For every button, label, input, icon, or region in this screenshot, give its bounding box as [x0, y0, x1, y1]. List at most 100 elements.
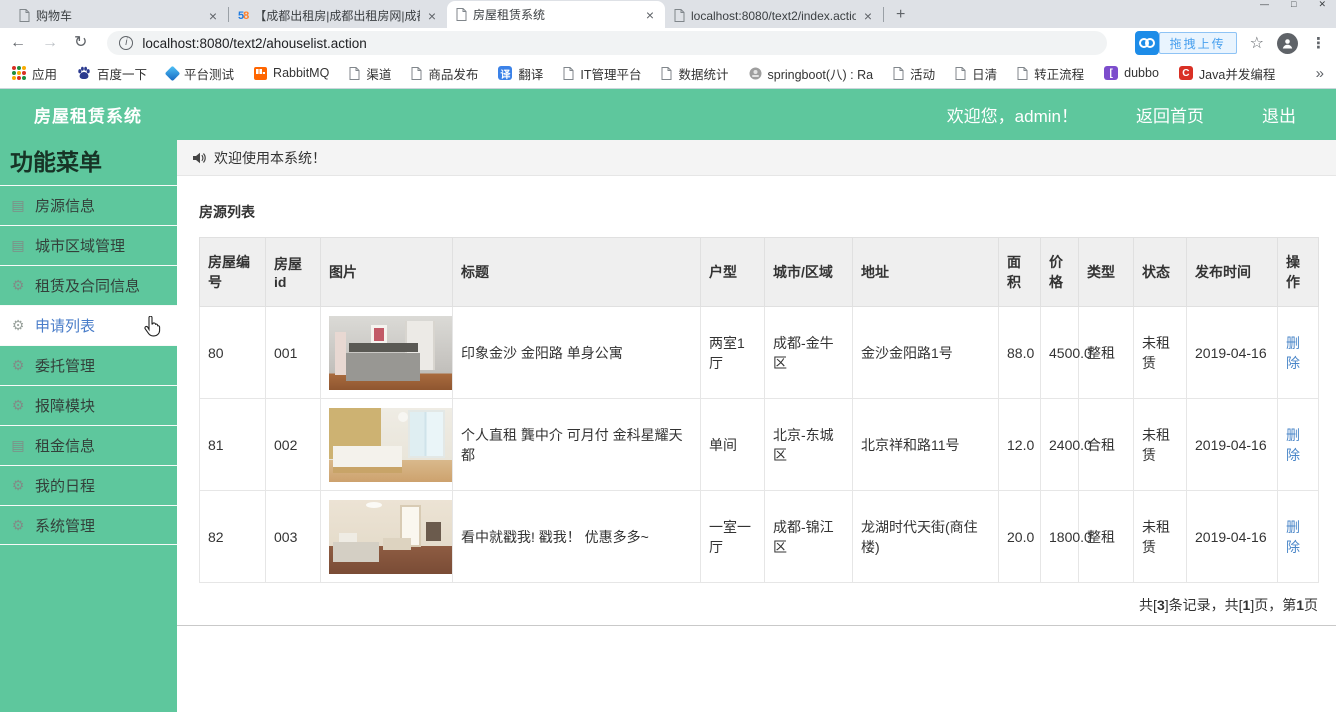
bookmark-star-icon[interactable]: ☆ — [1250, 33, 1264, 53]
profile-avatar-icon[interactable] — [1277, 33, 1298, 54]
gear-icon: ⚙ — [10, 317, 26, 334]
tab-shopping-cart[interactable]: 购物车 × — [10, 3, 228, 28]
sidebar-item-entrust[interactable]: ⚙ 委托管理 — [0, 345, 177, 385]
tab-house-rental-system[interactable]: 房屋租赁系统 × — [447, 1, 665, 28]
sidebar-item-lease-contract[interactable]: ⚙ 租赁及合同信息 — [0, 265, 177, 305]
speaker-icon — [192, 151, 206, 165]
tab-58-rental[interactable]: 58 【成都出租房|成都出租房网|成都 × — [229, 3, 447, 28]
address-bar[interactable]: i localhost:8080/text2/ahouselist.action — [107, 31, 1107, 55]
browser-menu-icon[interactable]: ⋮ — [1311, 34, 1326, 52]
gear-icon: ⚙ — [10, 357, 26, 374]
maximize-icon[interactable]: □ — [1291, 0, 1296, 10]
back-home-link[interactable]: 返回首页 — [1136, 102, 1204, 127]
tab-close-icon[interactable]: × — [644, 8, 656, 22]
bookmark-riqing[interactable]: 日清 — [955, 64, 997, 83]
bookmark-springboot[interactable]: springboot(八) : Ra — [749, 64, 874, 83]
sidebar-item-my-schedule[interactable]: ⚙ 我的日程 — [0, 465, 177, 505]
sidebar-item-rent-info[interactable]: ▤ 租金信息 — [0, 425, 177, 465]
bookmark-activity[interactable]: 活动 — [893, 64, 935, 83]
page-icon — [563, 67, 574, 80]
notice-text: 欢迎使用本系统！ — [214, 148, 326, 168]
mouse-cursor-icon — [144, 316, 161, 341]
refresh-icon[interactable]: ↻ — [74, 35, 87, 51]
page-icon — [955, 67, 966, 80]
bookmark-apps[interactable]: 应用 — [12, 64, 57, 83]
gear-icon: ⚙ — [10, 397, 26, 414]
apps-grid-icon — [12, 66, 26, 80]
forward-icon[interactable]: → — [42, 35, 58, 51]
bookmark-platform-test[interactable]: 平台测试 — [167, 64, 234, 83]
pagination-summary: 共[3]条记录，共[1]页，第1页 — [199, 595, 1318, 615]
delete-link[interactable]: 删除 — [1286, 519, 1300, 555]
col-area: 面积 — [999, 238, 1041, 307]
delete-link[interactable]: 删除 — [1286, 427, 1300, 463]
bookmark-dubbo[interactable]: [ dubbo — [1104, 66, 1159, 80]
col-type: 类型 — [1079, 238, 1134, 307]
house-photo-bedroom — [329, 316, 452, 390]
welcome-notice-bar: 欢迎使用本系统！ — [177, 140, 1336, 176]
book-icon: ▤ — [10, 197, 26, 214]
house-list-table: 房屋编号 房屋id 图片 标题 户型 城市/区域 地址 面积 价格 类型 状态 … — [199, 237, 1319, 583]
col-image: 图片 — [321, 238, 453, 307]
page-icon — [661, 67, 672, 80]
col-city-area: 城市/区域 — [765, 238, 853, 307]
sidebar-item-city-area[interactable]: ▤ 城市区域管理 — [0, 225, 177, 265]
bookmark-baidu[interactable]: 百度一下 — [77, 64, 147, 83]
new-tab-button[interactable]: + — [896, 6, 905, 24]
sidebar: 功能菜单 ▤ 房源信息 ▤ 城市区域管理 ⚙ 租赁及合同信息 ⚙ 申请列表 ⚙ … — [0, 140, 177, 712]
delete-link[interactable]: 删除 — [1286, 335, 1300, 371]
table-row: 81 002 个人直租 龔中介 可月付 金科星耀天都 单间 北京-东城区 北京祥… — [200, 399, 1319, 491]
table-row: 82 003 看中就戳我! 戳我！ 优惠多多~ 一室一厅 成都-锦江区 龙湖时代… — [200, 491, 1319, 583]
sidebar-item-house-info[interactable]: ▤ 房源信息 — [0, 185, 177, 225]
sidebar-title: 功能菜单 — [0, 140, 177, 185]
bookmarks-overflow-icon[interactable]: » — [1316, 65, 1324, 82]
tab-close-icon[interactable]: × — [207, 9, 219, 23]
bottom-divider — [177, 625, 1336, 626]
page-icon — [349, 67, 360, 80]
tab-title: localhost:8080/text2/index.action — [691, 9, 856, 23]
bookmark-it-platform[interactable]: IT管理平台 — [563, 64, 641, 83]
house-photo-living-room — [329, 500, 452, 574]
sidebar-item-system-manage[interactable]: ⚙ 系统管理 — [0, 505, 177, 545]
tab-separator — [883, 7, 884, 22]
bookmark-translate[interactable]: 译 翻译 — [498, 64, 543, 83]
page-icon — [674, 9, 685, 22]
page-title: 房源列表 — [199, 202, 1319, 222]
minimize-icon[interactable]: — — [1260, 0, 1269, 10]
col-status: 状态 — [1134, 238, 1187, 307]
col-house-no: 房屋编号 — [200, 238, 266, 307]
bookmark-rabbitmq[interactable]: RabbitMQ — [254, 66, 329, 80]
book-icon: ▤ — [10, 237, 26, 254]
col-action: 操作 — [1278, 238, 1319, 307]
bookmark-data-stats[interactable]: 数据统计 — [661, 64, 728, 83]
tab-index-action[interactable]: localhost:8080/text2/index.action × — [665, 3, 883, 28]
bookmark-process[interactable]: 转正流程 — [1017, 64, 1084, 83]
logout-link[interactable]: 退出 — [1262, 102, 1296, 127]
bookmarks-bar: 应用 百度一下 平台测试 RabbitMQ 渠道 商品发布 译 翻译 IT管理平… — [0, 58, 1336, 89]
cloud-extension-icon — [1135, 31, 1159, 55]
page-icon — [411, 67, 422, 80]
table-row: 80 001 印象金沙 金阳路 单身公寓 两室1厅 成都-金牛区 金沙金阳路1号… — [200, 307, 1319, 399]
bookmark-channel[interactable]: 渠道 — [349, 64, 391, 83]
main-content: 欢迎使用本系统！ 房源列表 房屋编号 房屋id 图片 标题 户型 城 — [177, 140, 1336, 712]
app-header: 房屋租赁系统 欢迎您，admin！ 返回首页 退出 — [0, 89, 1336, 140]
tab-close-icon[interactable]: × — [862, 9, 874, 23]
browser-toolbar: ← → ↻ i localhost:8080/text2/ahouselist.… — [0, 28, 1336, 58]
bookmark-java-concurrency[interactable]: C Java并发编程 — [1179, 64, 1275, 83]
page-icon — [893, 67, 904, 80]
back-icon[interactable]: ← — [10, 35, 26, 51]
rabbitmq-icon — [254, 67, 267, 80]
sidebar-item-application-list[interactable]: ⚙ 申请列表 — [0, 305, 177, 345]
drag-upload-extension[interactable]: 拖拽上传 — [1135, 31, 1237, 55]
gear-icon: ⚙ — [10, 517, 26, 534]
record-count: 3 — [1157, 597, 1165, 613]
page-icon — [1017, 67, 1028, 80]
bookmark-product-publish[interactable]: 商品发布 — [411, 64, 478, 83]
java-c-icon: C — [1179, 66, 1193, 80]
gear-icon: ⚙ — [10, 477, 26, 494]
site-info-icon[interactable]: i — [119, 36, 133, 50]
diamond-icon — [165, 65, 181, 81]
sidebar-item-fault-report[interactable]: ⚙ 报障模块 — [0, 385, 177, 425]
close-window-icon[interactable]: ✕ — [1318, 0, 1326, 10]
tab-close-icon[interactable]: × — [426, 9, 438, 23]
